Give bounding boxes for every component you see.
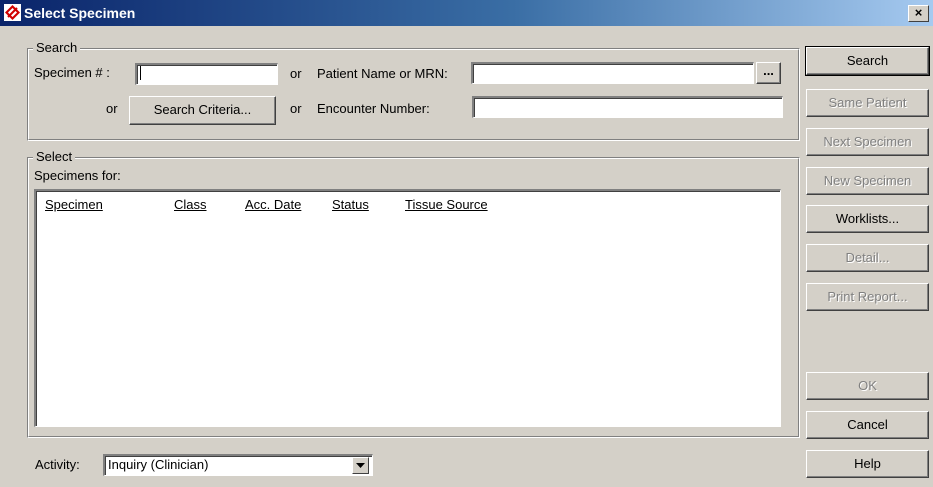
column-header-specimen[interactable]: Specimen xyxy=(45,197,103,213)
specimen-app-icon xyxy=(4,4,21,21)
same-patient-button-label: Same Patient xyxy=(828,95,907,110)
encounter-number-input[interactable] xyxy=(472,96,783,118)
patient-browse-button[interactable]: ... xyxy=(756,62,781,84)
ok-button-label: OK xyxy=(858,378,877,393)
specimens-for-label: Specimens for: xyxy=(34,168,121,183)
help-button[interactable]: Help xyxy=(806,450,929,478)
detail-button-label: Detail... xyxy=(845,250,890,265)
activity-dropdown-button[interactable] xyxy=(352,457,369,474)
or-label-3: or xyxy=(290,101,302,116)
same-patient-button[interactable]: Same Patient xyxy=(806,89,929,117)
activity-select[interactable]: Inquiry (Clinician) xyxy=(103,454,373,476)
patient-name-mrn-input[interactable] xyxy=(471,62,754,84)
activity-label: Activity: xyxy=(35,457,80,472)
column-header-class[interactable]: Class xyxy=(174,197,207,213)
search-button-label: Search xyxy=(846,53,889,68)
patient-name-mrn-label: Patient Name or MRN: xyxy=(317,66,448,81)
chevron-down-icon xyxy=(356,463,365,468)
worklists-button[interactable]: Worklists... xyxy=(806,205,929,233)
cancel-button-label: Cancel xyxy=(847,417,888,432)
column-header-tissue-source[interactable]: Tissue Source xyxy=(405,197,488,213)
column-header-status[interactable]: Status xyxy=(332,197,369,213)
help-button-label: Help xyxy=(854,456,881,471)
ok-button[interactable]: OK xyxy=(806,372,929,400)
close-icon: × xyxy=(914,5,923,20)
select-group-legend: Select xyxy=(33,150,76,164)
or-label-1: or xyxy=(290,66,302,81)
activity-value: Inquiry (Clinician) xyxy=(108,457,209,472)
cancel-button[interactable]: Cancel xyxy=(806,411,929,439)
search-group-legend: Search xyxy=(33,41,81,55)
encounter-number-label: Encounter Number: xyxy=(317,101,430,116)
ellipsis-icon: ... xyxy=(763,63,774,78)
next-specimen-button[interactable]: Next Specimen xyxy=(806,128,929,156)
search-criteria-label: Search Criteria... xyxy=(153,102,252,117)
search-button[interactable]: Search xyxy=(805,46,930,76)
detail-button[interactable]: Detail... xyxy=(806,244,929,272)
worklists-button-label: Worklists... xyxy=(835,211,900,226)
or-label-2: or xyxy=(106,101,118,116)
text-caret xyxy=(140,66,141,80)
print-report-button[interactable]: Print Report... xyxy=(806,283,929,311)
specimen-number-input[interactable] xyxy=(135,63,278,85)
specimen-number-label: Specimen # : xyxy=(34,65,110,80)
title-bar[interactable] xyxy=(0,0,933,26)
search-criteria-button[interactable]: Search Criteria... xyxy=(129,96,276,125)
new-specimen-button[interactable]: New Specimen xyxy=(806,167,929,195)
print-report-button-label: Print Report... xyxy=(827,289,908,304)
column-header-acc-date[interactable]: Acc. Date xyxy=(245,197,301,213)
close-button[interactable]: × xyxy=(908,5,929,22)
specimen-list[interactable]: Specimen Class Acc. Date Status Tissue S… xyxy=(34,189,781,427)
next-specimen-button-label: Next Specimen xyxy=(823,134,912,149)
new-specimen-button-label: New Specimen xyxy=(823,173,912,188)
window-title: Select Specimen xyxy=(24,5,136,21)
